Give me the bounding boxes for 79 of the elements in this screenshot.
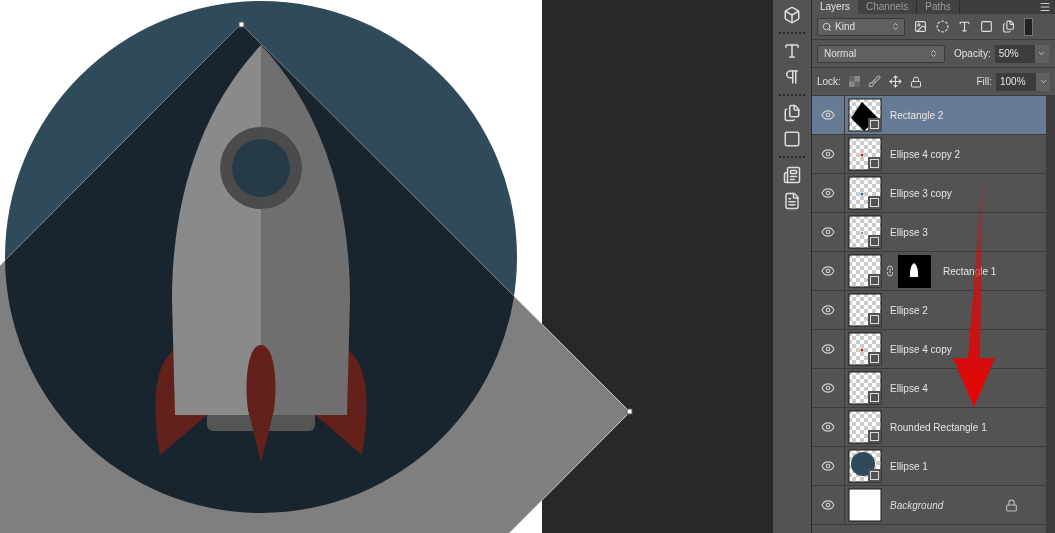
layer-row[interactable]: Ellipse 3 copy [812,174,1046,213]
layer-thumbnail [848,488,882,522]
blend-mode-select[interactable]: Normal [817,44,945,63]
layer-name: Rectangle 2 [890,108,944,123]
caret-icon [1038,77,1048,86]
note-icon[interactable] [783,192,801,210]
search-icon [822,21,832,32]
layer-name: Background [890,498,944,513]
copy-icon[interactable] [783,104,801,122]
document-icon[interactable] [783,166,801,184]
layer-thumbnail [848,254,882,288]
files-icon[interactable] [1002,20,1015,33]
opacity-label: Opacity: [954,47,991,61]
layer-row[interactable]: Rectangle 2 [812,96,1046,135]
eye-icon[interactable] [821,459,835,473]
layer-name: Ellipse 1 [890,459,928,474]
eye-icon[interactable] [821,225,835,239]
move-icon[interactable] [888,75,902,88]
layer-name: Rectangle 1 [943,264,997,279]
layer-row[interactable]: Ellipse 3 [812,213,1046,252]
filter-toggle[interactable] [1024,17,1033,36]
layer-thumbnail [848,410,882,444]
eye-icon[interactable] [821,342,835,356]
caret-icon [1037,49,1047,58]
layer-name: Ellipse 4 copy 2 [890,147,961,162]
layer-row[interactable]: Rounded Rectangle 1 [812,408,1046,447]
layer-name: Ellipse 3 copy [890,186,952,201]
panel-tab[interactable]: Channels [858,0,918,14]
eye-icon[interactable] [821,498,835,512]
layer-name: Ellipse 4 [890,381,928,396]
layer-mask-thumbnail [898,254,931,288]
pilcrow-icon[interactable] [783,68,801,86]
layer-row[interactable]: Ellipse 4 [812,369,1046,408]
lock-label: Lock: [817,75,841,89]
eye-icon[interactable] [821,147,835,161]
square-icon[interactable] [783,130,801,148]
panel-tab[interactable]: Layers [812,0,858,14]
layer-row[interactable]: Ellipse 1 [812,447,1046,486]
filter-select[interactable]: Kind [817,17,905,36]
eye-icon[interactable] [821,264,835,278]
lock-icon[interactable] [909,75,922,88]
layer-row[interactable]: Ellipse 4 copy [812,330,1046,369]
layer-thumbnail [848,98,882,132]
layer-row[interactable]: Ellipse 2 [812,291,1046,330]
eye-icon[interactable] [821,381,835,395]
type-icon[interactable] [958,20,971,33]
stepper-icon [891,22,900,31]
layer-thumbnail [848,293,882,327]
square-icon[interactable] [980,20,993,33]
layer-thumbnail [848,332,882,366]
lock-icon [1005,498,1018,512]
layer-thumbnail [848,137,882,171]
layer-thumbnail [848,371,882,405]
layer-row[interactable]: Background [812,486,1046,525]
layer-row[interactable]: Rectangle 1 [812,252,1046,291]
link-icon[interactable] [884,265,896,277]
layer-name: Rounded Rectangle 1 [890,420,987,435]
panel-menu-icon[interactable] [1039,1,1051,13]
cube-icon[interactable] [783,6,801,24]
eye-icon[interactable] [821,186,835,200]
fill-label: Fill: [976,75,992,89]
type-icon[interactable] [783,42,801,60]
layer-thumbnail [848,449,882,483]
layer-thumbnail [848,176,882,210]
brush-icon[interactable] [867,75,881,88]
image-icon[interactable] [914,20,927,33]
checkerboard-icon[interactable] [848,76,860,87]
layer-name: Ellipse 2 [890,303,928,318]
opacity-field[interactable]: 50% [994,44,1035,63]
eye-icon[interactable] [821,303,835,317]
eye-icon[interactable] [821,108,835,122]
layer-name: Ellipse 3 [890,225,928,240]
layer-name: Ellipse 4 copy [890,342,952,357]
fill-field[interactable]: 100% [996,72,1036,91]
panel-tab[interactable]: Paths [917,0,960,14]
eye-icon[interactable] [821,420,835,434]
layer-row[interactable]: Ellipse 4 copy 2 [812,135,1046,174]
layer-thumbnail [848,215,882,249]
stepper-icon [929,49,938,58]
